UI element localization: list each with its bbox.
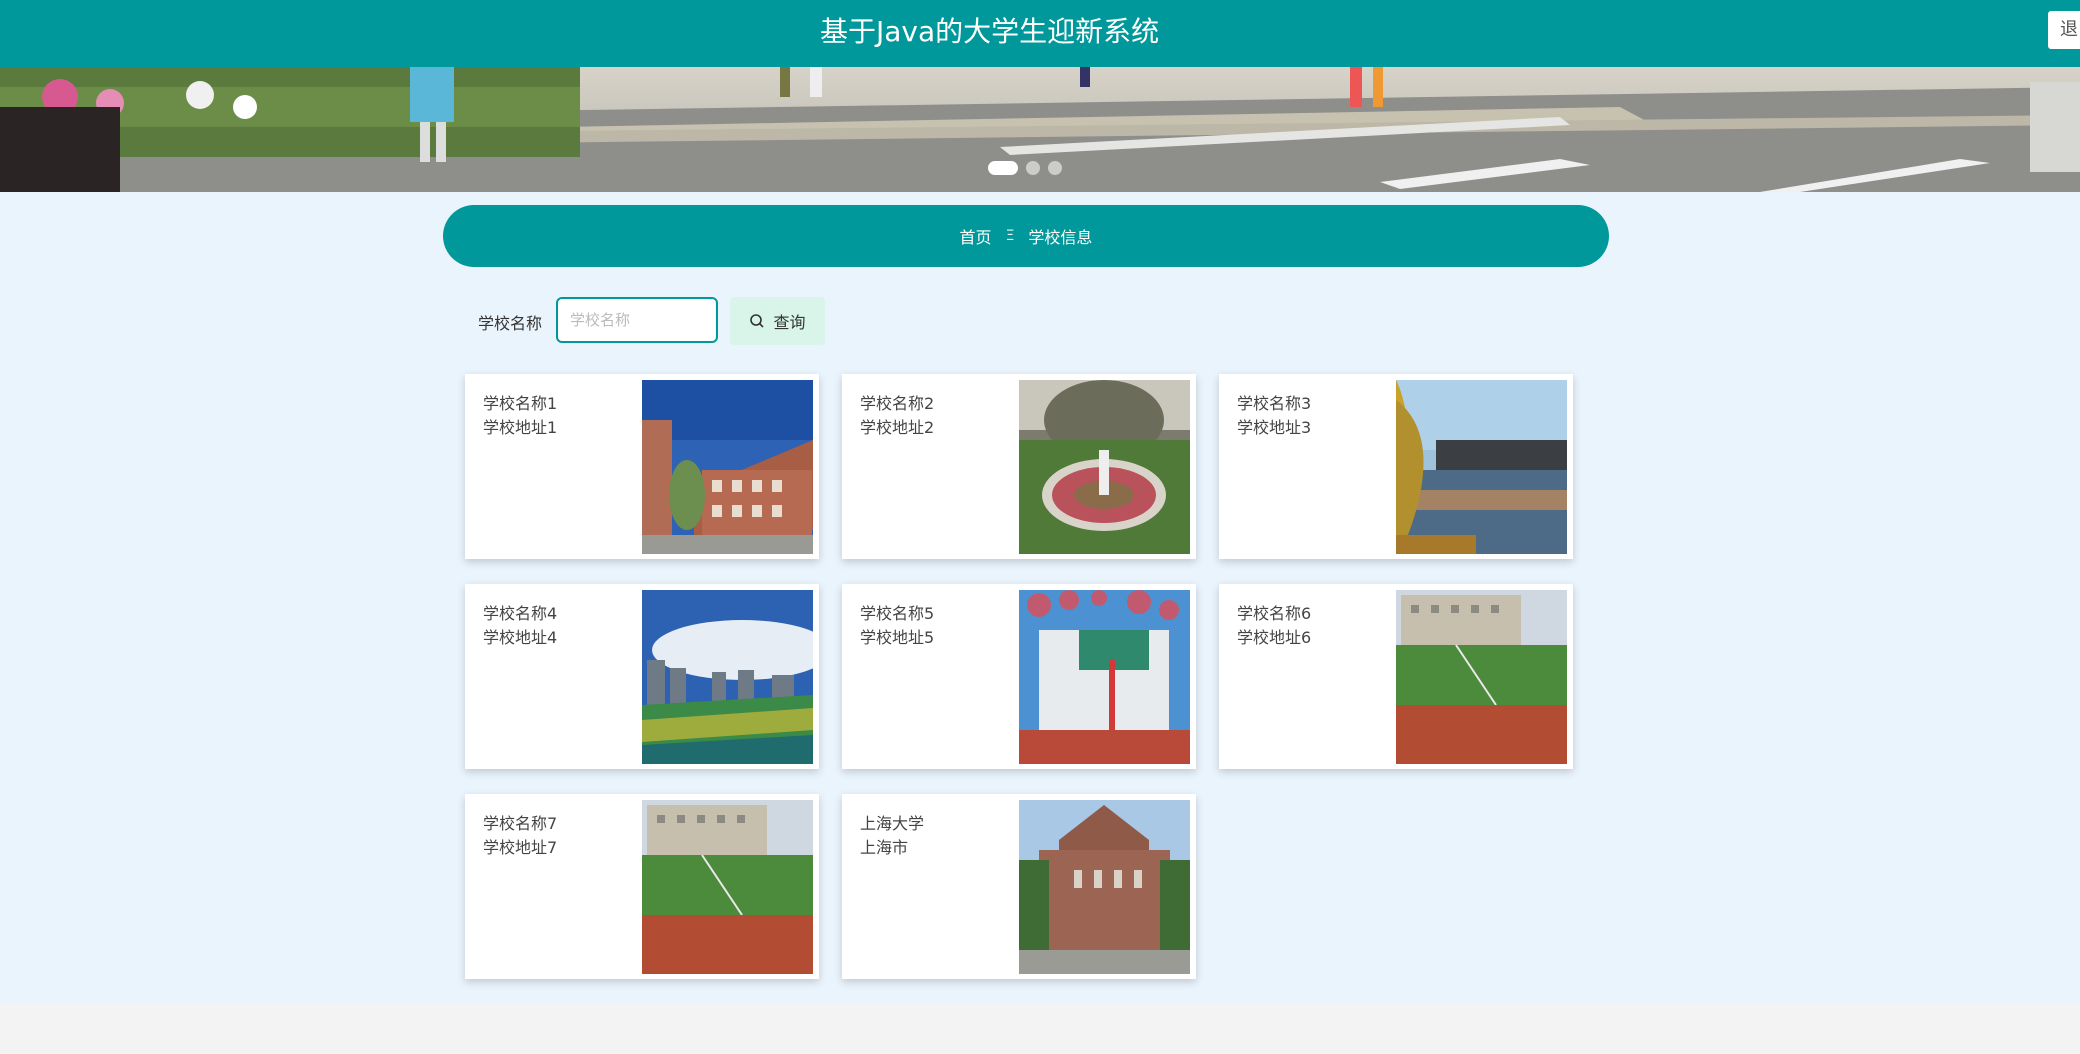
search-label: 学校名称: [478, 314, 543, 333]
search-icon: [750, 314, 765, 328]
school-photo: [1019, 590, 1190, 764]
school-address: 学校地址7: [483, 838, 558, 857]
breadcrumb-home[interactable]: 首页: [960, 224, 992, 248]
school-address: 学校地址4: [483, 628, 558, 647]
breadcrumb: 首页 Ξ 学校信息: [443, 205, 1609, 267]
school-card-2[interactable]: 学校名称2 学校地址2: [842, 374, 1196, 559]
carousel-dot-3[interactable]: [1048, 161, 1062, 175]
school-card-3[interactable]: 学校名称3 学校地址3: [1219, 374, 1573, 559]
school-address: 学校地址2: [860, 418, 935, 437]
site-title: 基于Java的大学生迎新系统: [820, 15, 1160, 48]
school-address: 学校地址5: [860, 628, 935, 647]
school-card-6[interactable]: 学校名称6 学校地址6: [1219, 584, 1573, 769]
search-button-label: 查询: [773, 313, 806, 332]
school-card-7[interactable]: 学校名称7 学校地址7: [465, 794, 819, 979]
breadcrumb-current: 学校信息: [1028, 228, 1093, 247]
breadcrumb-separator: Ξ: [1005, 228, 1015, 244]
school-address: 学校地址6: [1237, 628, 1312, 647]
search-button[interactable]: 查询: [730, 297, 825, 345]
carousel-indicators: [988, 161, 1062, 175]
school-name: 学校名称3: [1237, 394, 1312, 413]
school-card-4[interactable]: 学校名称4 学校地址4: [465, 584, 819, 769]
school-name: 学校名称6: [1237, 604, 1312, 623]
school-name: 学校名称5: [860, 604, 935, 623]
school-photo: [1396, 590, 1567, 764]
school-name-search-input[interactable]: [556, 297, 718, 343]
school-card-8[interactable]: 上海大学 上海市: [842, 794, 1196, 979]
school-name: 学校名称7: [483, 814, 558, 833]
school-address: 上海市: [860, 838, 909, 857]
school-name: 上海大学: [860, 814, 925, 833]
school-photo: [642, 380, 813, 554]
carousel-dot-1[interactable]: [988, 161, 1018, 175]
top-bar: 基于Java的大学生迎新系统 退: [0, 0, 2080, 67]
school-photo: [642, 590, 813, 764]
school-photo: [642, 800, 813, 974]
school-photo: [1019, 380, 1190, 554]
school-address: 学校地址3: [1237, 418, 1312, 437]
footer: [0, 1004, 2080, 1054]
logout-button[interactable]: 退: [2048, 11, 2080, 49]
school-name: 学校名称4: [483, 604, 558, 623]
school-address: 学校地址1: [483, 418, 558, 437]
school-photo: [1396, 380, 1567, 554]
school-card-5[interactable]: 学校名称5 学校地址5: [842, 584, 1196, 769]
school-name: 学校名称2: [860, 394, 935, 413]
banner-carousel: [0, 67, 2080, 192]
carousel-dot-2[interactable]: [1026, 161, 1040, 175]
school-card-1[interactable]: 学校名称1 学校地址1: [465, 374, 819, 559]
school-name: 学校名称1: [483, 394, 558, 413]
school-photo: [1019, 800, 1190, 974]
